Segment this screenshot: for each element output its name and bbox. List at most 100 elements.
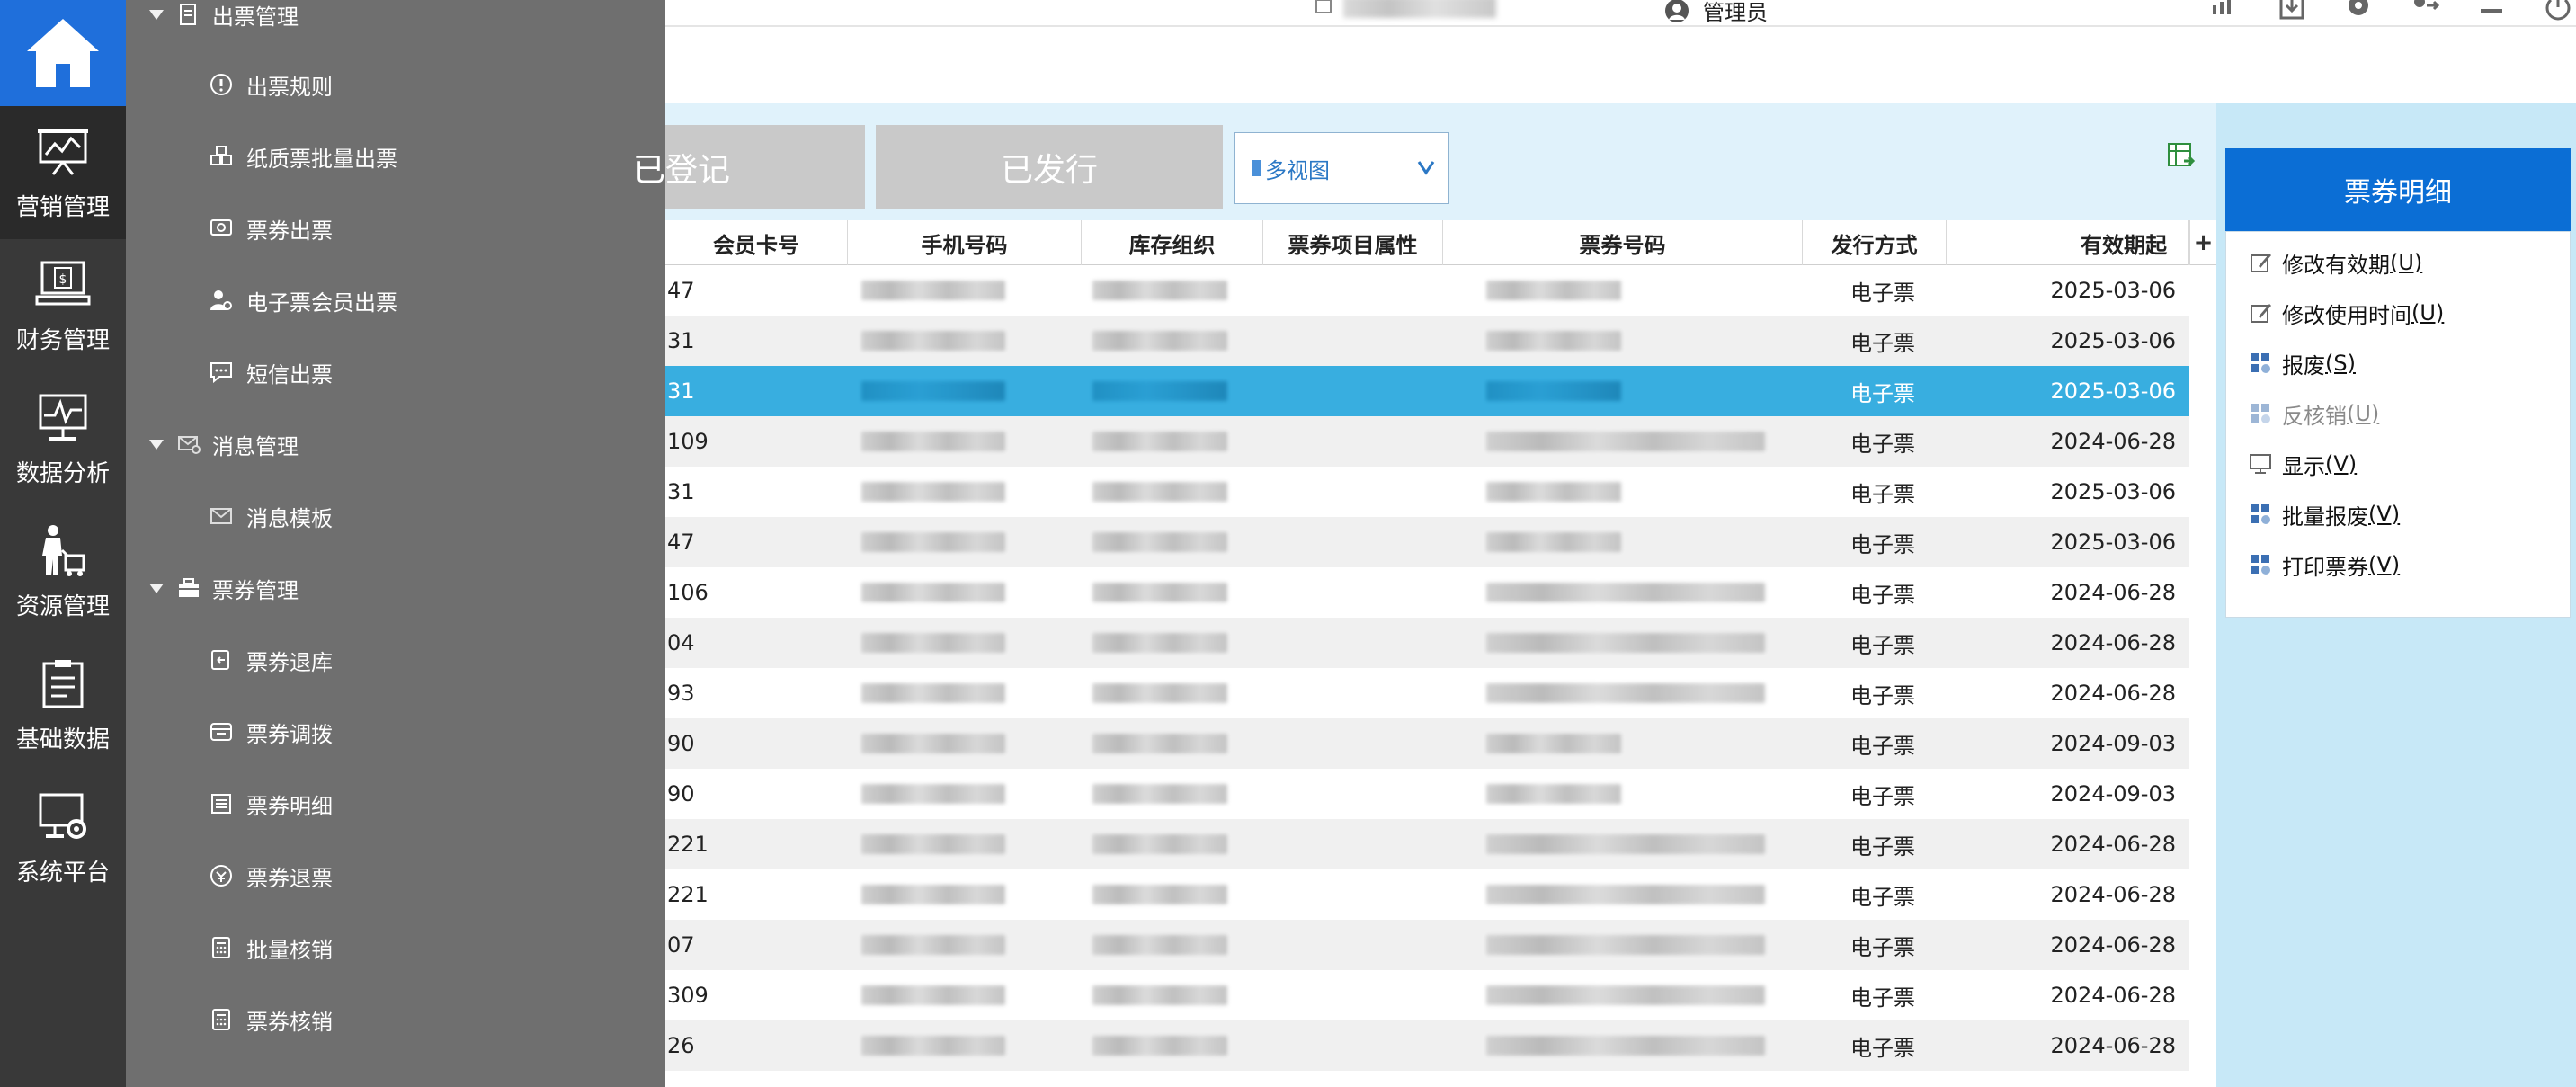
col-ticket-number[interactable]: 票券号码 (1443, 220, 1803, 265)
rail-item-analytics[interactable]: 数据分析 (0, 372, 126, 505)
export-excel-icon[interactable] (2166, 141, 2197, 172)
menu-item-issue-rules[interactable]: 出票规则 (209, 49, 333, 120)
cell-phone-redacted (861, 517, 1077, 567)
menu-item-ticket-refund[interactable]: 票券退票 (209, 840, 333, 912)
cell-phone-redacted (861, 467, 1077, 517)
menu-group-label: 票券管理 (212, 577, 299, 603)
table-row[interactable]: 31 电子票 2025-03-06 (665, 316, 2189, 366)
tab-registered[interactable]: 已登记 (633, 125, 865, 209)
user-menu[interactable]: 管理员 (1663, 0, 1768, 26)
view-mode-select[interactable]: 多视图 (1234, 132, 1449, 204)
menu-item-ticket-detail[interactable]: 票券明细 (209, 768, 333, 840)
table-row[interactable]: 221 电子票 2024-06-28 (665, 869, 2189, 920)
menu-item-batch-writeoff[interactable]: 批量核销 (209, 912, 333, 984)
table-row[interactable]: 90 电子票 2024-09-03 (665, 769, 2189, 819)
redacted-block (1486, 583, 1765, 602)
main-nav-rail: 营销管理 $ 财务管理 数据分析 资源管理 基础数据 系统平台 (0, 0, 126, 1087)
top-right-tools (2207, 0, 2576, 29)
table-row[interactable]: 221 电子票 2024-06-28 (665, 819, 2189, 869)
power-icon[interactable] (2540, 0, 2576, 29)
cell-member-card: 93 (667, 681, 695, 706)
table-row[interactable]: 31 电子票 2025-03-06 (665, 366, 2189, 416)
action-label: 修改有效期 (2282, 252, 2390, 278)
menu-item-ticket-transfer[interactable]: 票券调拨 (209, 696, 333, 768)
cell-stock-org-redacted (1092, 316, 1259, 366)
tab-issued[interactable]: 已发行 (876, 125, 1223, 209)
table-row[interactable]: 109 电子票 2024-06-28 (665, 416, 2189, 467)
menu-item-member-eticket[interactable]: 电子票会员出票 (209, 264, 397, 336)
table-row[interactable]: 26 电子票 2024-06-28 (665, 1020, 2189, 1071)
rail-label: 营销管理 (15, 193, 110, 221)
rail-item-system[interactable]: 系统平台 (0, 771, 126, 904)
table-row[interactable]: 07 电子票 2024-06-28 (665, 920, 2189, 970)
gear-icon[interactable] (2340, 0, 2376, 29)
menu-item-paper-batch[interactable]: 纸质票批量出票 (209, 120, 397, 192)
action-display[interactable]: 显示 (V) (2248, 439, 2357, 489)
table-row[interactable]: 04 电子票 2024-06-28 (665, 618, 2189, 668)
cell-stock-org-redacted (1092, 265, 1259, 316)
redacted-block (1486, 885, 1765, 904)
table-row[interactable]: 309 电子票 2024-06-28 (665, 970, 2189, 1020)
cell-valid-from: 2024-06-28 (2050, 580, 2176, 605)
menu-item-ticket-writeoff[interactable]: 票券核销 (209, 984, 333, 1056)
rail-item-marketing[interactable]: 营销管理 (0, 106, 126, 239)
download-icon[interactable] (2274, 0, 2310, 29)
action-reverse-writeoff[interactable]: 反核销 (U) (2248, 388, 2379, 439)
redacted-block (1486, 734, 1621, 753)
home-button[interactable] (0, 0, 126, 106)
col-member-card[interactable]: 会员卡号 (665, 220, 848, 265)
cell-stock-org-redacted (1092, 970, 1259, 1020)
cell-member-card: 07 (667, 932, 695, 958)
redacted-block (1486, 381, 1621, 401)
table-row[interactable]: 90 电子票 2024-09-03 (665, 718, 2189, 769)
col-stock-org[interactable]: 库存组织 (1082, 220, 1263, 265)
col-phone[interactable]: 手机号码 (848, 220, 1082, 265)
redacted-block (1092, 683, 1227, 703)
action-scrap[interactable]: 报废 (S) (2248, 338, 2356, 388)
minimize-icon[interactable] (2473, 0, 2509, 29)
switch-user-icon[interactable] (2407, 0, 2443, 29)
monitor-gear-icon (39, 793, 86, 839)
menu-item-sms-issue[interactable]: 短信出票 (209, 336, 333, 408)
action-edit-use-time[interactable]: 修改使用时间 (U) (2248, 288, 2444, 338)
cell-ticket-number-redacted (1486, 920, 1783, 970)
col-ticket-attribute[interactable]: 票券项目属性 (1263, 220, 1443, 265)
rail-item-finance[interactable]: $ 财务管理 (0, 239, 126, 372)
menu-group-issuance[interactable]: 出票管理 (149, 0, 299, 50)
menu-item-ticket-return-stock[interactable]: 票券退库 (209, 624, 333, 696)
action-print-ticket[interactable]: 打印票券 (V) (2248, 539, 2400, 590)
cell-stock-org-redacted (1092, 517, 1259, 567)
redacted-block (861, 784, 1005, 804)
cell-member-card: 47 (667, 530, 695, 555)
table-row[interactable]: 31 电子票 2025-03-06 (665, 467, 2189, 517)
redacted-block (1092, 935, 1227, 955)
action-label: 打印票券 (2282, 554, 2368, 580)
menu-group-tickets[interactable]: 票券管理 (149, 552, 299, 624)
action-edit-validity[interactable]: 修改有效期 (U) (2248, 237, 2422, 288)
org-selector[interactable] (1313, 0, 1496, 18)
redacted-block (1486, 482, 1621, 502)
table-row[interactable]: 106 电子票 2024-06-28 (665, 567, 2189, 618)
cell-ticket-number-redacted (1486, 265, 1783, 316)
cell-valid-from: 2024-06-28 (2050, 681, 2176, 706)
cell-issue-mode: 电子票 (1850, 330, 1915, 356)
table-row[interactable]: 47 电子票 2025-03-06 (665, 517, 2189, 567)
table-row[interactable]: 47 电子票 2025-03-06 (665, 265, 2189, 316)
signal-icon[interactable] (2207, 0, 2243, 29)
rail-item-base-data[interactable]: 基础数据 (0, 638, 126, 771)
col-valid-from[interactable]: 有效期起 (1947, 220, 2189, 265)
action-shortcut: (V) (2325, 451, 2358, 477)
action-batch-scrap[interactable]: 批量报废 (V) (2248, 489, 2400, 539)
col-issue-mode[interactable]: 发行方式 (1803, 220, 1947, 265)
rail-item-resources[interactable]: 资源管理 (0, 505, 126, 638)
analytics-monitor-icon (39, 394, 87, 441)
cell-ticket-number-redacted (1486, 668, 1783, 718)
menu-item-message-template[interactable]: 消息模板 (209, 480, 333, 552)
menu-item-ticket-issue[interactable]: 票券出票 (209, 192, 333, 264)
cell-valid-from: 2024-06-28 (2050, 630, 2176, 655)
table-row[interactable]: 93 电子票 2024-06-28 (665, 668, 2189, 718)
menu-group-messages[interactable]: 消息管理 (149, 408, 299, 480)
add-column-button[interactable]: + (2189, 220, 2216, 265)
redacted-block (1092, 583, 1227, 602)
tab-label: 已登记 (633, 152, 731, 189)
